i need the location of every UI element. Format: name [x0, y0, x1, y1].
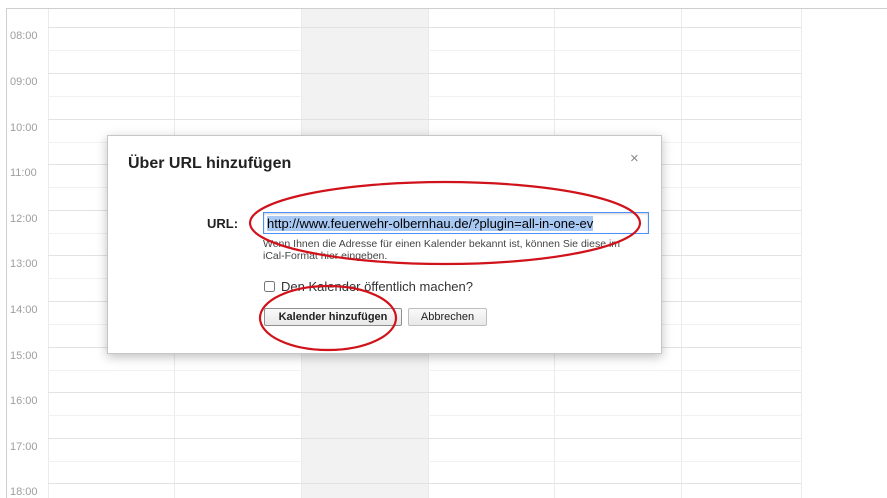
time-label: 12:00: [10, 213, 38, 225]
url-input[interactable]: [263, 212, 649, 234]
hour-line: [48, 438, 801, 439]
screenshot-stage: 08:00 09:00 10:00 11:00 12:00 13:00 14:0…: [0, 0, 887, 498]
half-hour-line: [48, 50, 801, 51]
time-label: 08:00: [10, 30, 38, 42]
time-label: 09:00: [10, 76, 38, 88]
add-calendar-button[interactable]: Kalender hinzufügen: [264, 308, 402, 326]
time-label: 17:00: [10, 441, 38, 453]
half-hour-line: [48, 461, 801, 462]
time-label: 16:00: [10, 395, 38, 407]
half-hour-line: [48, 370, 801, 371]
cancel-button[interactable]: Abbrechen: [408, 308, 487, 326]
time-label: 18:00: [10, 486, 38, 498]
calendar-top-border: [6, 8, 887, 9]
close-icon[interactable]: ×: [630, 151, 639, 167]
time-label: 14:00: [10, 304, 38, 316]
dialog-title: Über URL hinzufügen: [128, 155, 292, 172]
hour-line: [48, 73, 801, 74]
half-hour-line: [48, 96, 801, 97]
time-label: 15:00: [10, 350, 38, 362]
public-calendar-label[interactable]: Den Kalender öffentlich machen?: [281, 279, 473, 294]
public-calendar-checkbox[interactable]: [264, 281, 275, 292]
hour-line: [48, 119, 801, 120]
calendar-left-border: [6, 8, 7, 498]
add-by-url-dialog: Über URL hinzufügen × URL: Wenn Ihnen di…: [107, 135, 662, 354]
time-label: 11:00: [10, 167, 37, 179]
day-column-divider: [801, 9, 802, 498]
url-hint-text: Wenn Ihnen die Adresse für einen Kalende…: [263, 238, 621, 262]
hour-line: [48, 27, 801, 28]
url-label: URL:: [207, 216, 239, 231]
time-label: 10:00: [10, 122, 38, 134]
half-hour-line: [48, 415, 801, 416]
hour-line: [48, 483, 801, 484]
day-column-divider: [48, 9, 49, 498]
day-column-divider: [681, 9, 682, 498]
public-calendar-option: Den Kalender öffentlich machen?: [263, 279, 473, 294]
hour-line: [48, 392, 801, 393]
time-label: 13:00: [10, 258, 38, 270]
